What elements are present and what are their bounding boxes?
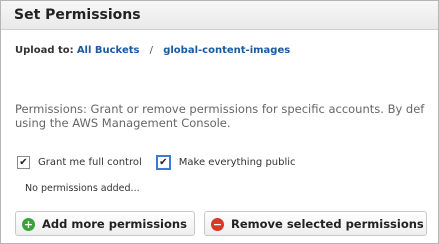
breadcrumb-all-buckets[interactable]: All Buckets xyxy=(77,45,140,56)
minus-circle-icon: − xyxy=(211,218,224,231)
make-public-label: Make everything public xyxy=(178,157,296,168)
grant-full-control-label: Grant me full control xyxy=(38,157,142,168)
breadcrumb-bucket[interactable]: global-content-images xyxy=(163,45,290,56)
grant-full-control-checkbox[interactable]: ✔ xyxy=(17,156,30,169)
upload-breadcrumb: Upload to: All Buckets / global-content-… xyxy=(15,45,290,56)
upload-to-label: Upload to: xyxy=(15,45,74,56)
dialog-titlebar: Set Permissions xyxy=(1,1,438,30)
permission-options: ✔ Grant me full control ✔ Make everything p… xyxy=(17,155,310,170)
breadcrumb-separator: / xyxy=(149,45,154,56)
description-line-2: using the AWS Management Console. xyxy=(15,116,231,130)
make-public-checkbox[interactable]: ✔ xyxy=(155,155,171,170)
set-permissions-dialog: Set Permissions Upload to: All Buckets /… xyxy=(0,0,439,244)
dialog-title: Set Permissions xyxy=(14,7,141,23)
add-permissions-label: Add more permissions xyxy=(42,217,187,231)
plus-circle-icon: + xyxy=(22,218,35,231)
remove-permissions-button[interactable]: − Remove selected permissions xyxy=(204,211,427,236)
no-permissions-text: No permissions added... xyxy=(25,183,140,194)
description-line-1: Permissions: Grant or remove permissions… xyxy=(15,102,425,116)
permissions-description: Permissions: Grant or remove permissions… xyxy=(15,102,438,130)
remove-permissions-label: Remove selected permissions xyxy=(231,217,424,231)
add-permissions-button[interactable]: + Add more permissions xyxy=(15,211,195,236)
